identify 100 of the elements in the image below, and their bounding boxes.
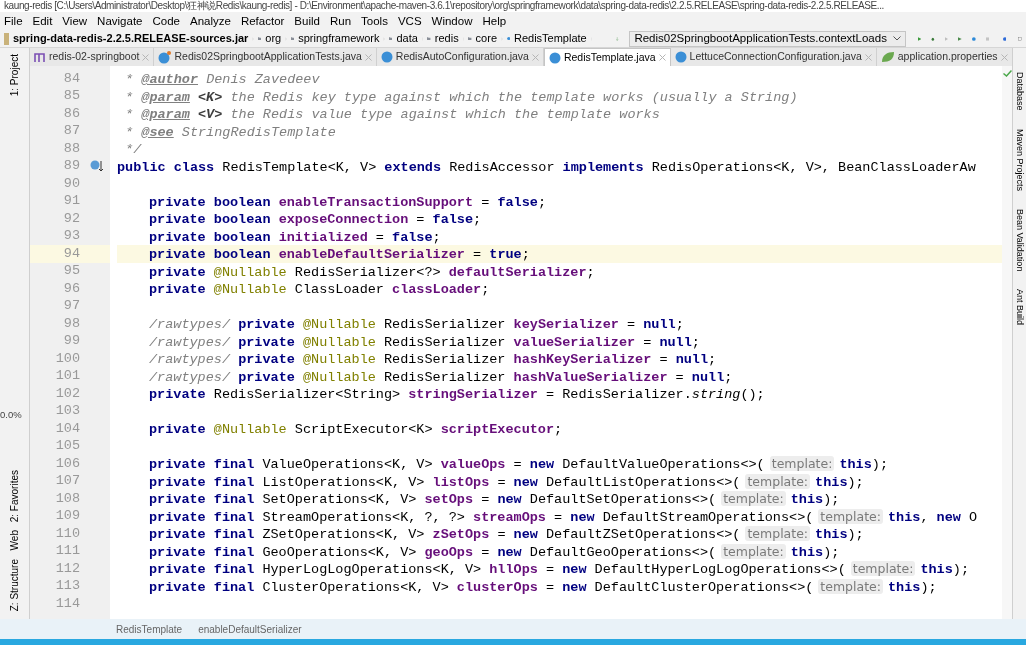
- line-number: 97: [62, 297, 80, 316]
- menu-item[interactable]: VCS: [397, 13, 422, 29]
- code-line: private final ValueOperations<K, V> valueOps = new DefaultValueOperations<>( template: this);: [148, 455, 888, 474]
- code-line: private final ClusterOperations<K, V> clusterOps = new DefaultClusterOperations<>( template: this);: [148, 577, 937, 596]
- code-line: * @author Denis Zavedeev: [124, 71, 320, 89]
- line-number: 114: [54, 594, 80, 613]
- code-line: private final HyperLogLogOperations<K, V> hllOps = new DefaultHyperLogLogOperations<>( template: this);: [148, 560, 969, 579]
- code-line: private @Nullable ScriptExecutor<K> scriptExecutor;: [148, 421, 563, 439]
- tool-window-tab[interactable]: Database: [1012, 72, 1026, 111]
- code-line: private RedisSerializer<String> stringSerializer = RedisSerializer.string();: [148, 386, 765, 404]
- tool-window-tab[interactable]: Z: Structure: [7, 558, 22, 611]
- menu-item[interactable]: Help: [482, 13, 507, 29]
- line-number: 95: [62, 262, 80, 281]
- class-icon: [548, 51, 561, 64]
- editor-tab[interactable]: redis-02-springboot: [30, 48, 155, 66]
- code-line: * @param <K> the Redis key type against which the template works (usually a String): [124, 88, 798, 106]
- class-icon: [674, 51, 687, 63]
- close-icon[interactable]: [864, 53, 872, 61]
- override-icon[interactable]: [90, 159, 104, 174]
- tool-window-tab[interactable]: Maven Projects: [1012, 128, 1026, 191]
- breadcrumb-item[interactable]: RedisTemplate: [116, 621, 183, 637]
- breadcrumb-item[interactable]: redis: [434, 30, 459, 47]
- line-number: 109: [54, 507, 80, 526]
- menu-item[interactable]: Navigate: [97, 13, 143, 29]
- code-line: * @see StringRedisTemplate: [124, 123, 336, 141]
- line-number: 112: [54, 559, 80, 578]
- module-icon: [34, 52, 46, 62]
- line-number: 84: [62, 69, 80, 88]
- code-line: * @param <V> the Redis value type against which the template works: [124, 106, 660, 124]
- menu-item[interactable]: Tools: [361, 13, 388, 29]
- breadcrumb-item[interactable]: data: [396, 30, 418, 47]
- line-number: 101: [54, 367, 80, 386]
- menu-item[interactable]: Refactor: [240, 13, 285, 29]
- line-number: 85: [62, 87, 80, 106]
- editor-tab[interactable]: LettuceConnectionConfiguration.java: [670, 48, 877, 66]
- code-line: public class RedisTemplate<K, V> extends RedisAccessor implements RedisOperations<K, V>, BeanClassLoaderAw: [117, 158, 976, 176]
- code-line: private boolean enableTransactionSupport = false;: [148, 193, 546, 211]
- code-line: private boolean initialized = false;: [148, 228, 441, 246]
- breadcrumb-item[interactable]: RedisTemplate: [513, 30, 587, 47]
- progress-reading: 0.0%: [0, 408, 22, 422]
- tool-window-tab[interactable]: 1: Project: [7, 54, 22, 97]
- line-number: 111: [54, 542, 80, 561]
- editor-tab[interactable]: RedisTemplate.java: [543, 48, 671, 66]
- line-number: 90: [62, 174, 80, 193]
- run-config-dropdown[interactable]: Redis02SpringbootApplicationTests.contextLoads: [629, 30, 906, 47]
- code-line: private final GeoOperations<K, V> geoOps = new DefaultGeoOperations<>( template: this);: [148, 542, 840, 561]
- line-number: 100: [54, 349, 80, 368]
- editor-tab[interactable]: Redis02SpringbootApplicationTests.java: [154, 48, 377, 66]
- code-line: private final SetOperations<K, V> setOps = new DefaultSetOperations<>( template: this);: [148, 490, 840, 509]
- close-icon[interactable]: [142, 53, 150, 61]
- line-number: 87: [62, 122, 80, 141]
- breadcrumb-item[interactable]: core: [475, 30, 497, 47]
- line-number: 106: [54, 454, 80, 473]
- tool-window-tab[interactable]: 2: Favorites: [7, 470, 22, 523]
- menu-item[interactable]: Analyze: [189, 13, 231, 29]
- tool-window-tab[interactable]: Ant Build: [1012, 288, 1026, 325]
- line-number: 98: [62, 314, 80, 333]
- code-line: private @Nullable RedisSerializer<?> defaultSerializer;: [148, 263, 595, 281]
- editor-tab[interactable]: application.properties: [876, 48, 1013, 66]
- code-line: /rawtypes/ private @Nullable RedisSerializer hashKeySerializer = null;: [148, 351, 717, 369]
- jar-icon: [4, 32, 9, 45]
- menu-item[interactable]: Edit: [32, 13, 53, 29]
- close-icon[interactable]: [658, 54, 666, 61]
- menu-item[interactable]: Code: [152, 13, 180, 29]
- close-icon[interactable]: [1000, 53, 1008, 61]
- line-number: 102: [54, 384, 80, 403]
- menu-item[interactable]: View: [62, 13, 88, 29]
- menu-item[interactable]: Run: [329, 13, 352, 29]
- caret-icon: [892, 36, 901, 41]
- class-icon: [380, 51, 393, 63]
- breadcrumb-item[interactable]: springframework: [298, 30, 380, 47]
- folder-icon: [257, 34, 262, 43]
- tool-window-tab[interactable]: Web: [7, 530, 22, 551]
- line-number: 103: [54, 402, 80, 421]
- line-number: 93: [62, 227, 80, 246]
- leaf-icon: [880, 51, 895, 63]
- breadcrumb-item[interactable]: spring-data-redis-2.2.5.RELEASE-sources.jar: [13, 30, 249, 47]
- close-icon[interactable]: [531, 53, 539, 61]
- line-number: 96: [62, 279, 80, 298]
- check-icon: [1002, 70, 1012, 77]
- line-number: 107: [54, 472, 80, 491]
- line-number: 108: [54, 489, 80, 508]
- menu-item[interactable]: File: [4, 13, 23, 29]
- menu-item[interactable]: Build: [294, 13, 320, 29]
- code-line: private @Nullable ClassLoader classLoader;: [148, 281, 490, 299]
- line-number: 86: [62, 104, 80, 123]
- test-class-icon: [158, 50, 172, 64]
- editor-tab[interactable]: RedisAutoConfiguration.java: [376, 48, 544, 66]
- code-line: */: [124, 141, 142, 159]
- breadcrumb-item[interactable]: org: [265, 30, 282, 47]
- menu-item[interactable]: Window: [431, 13, 473, 29]
- window-title: kaung-redis [C:\Users\Administrator\Desktop\狂神说Redis\kaung-redis] - D:\Environment\apache-maven-3.6.1\repository\org\springframework\data\spring-data-redis\2.2.5.RELEASE\spring-data-redis-2.2.5.RELEASE...: [4, 0, 884, 12]
- line-number: 110: [54, 524, 80, 543]
- code-line: private boolean exposeConnection = false;: [148, 211, 482, 229]
- breadcrumb-item[interactable]: enableDefaultSerializer: [198, 621, 302, 637]
- code-line: /rawtypes/ private @Nullable RedisSerializer keySerializer = null;: [148, 316, 684, 334]
- tool-window-tab[interactable]: Bean Validation: [1012, 208, 1026, 271]
- code-line: /rawtypes/ private @Nullable RedisSerializer hashValueSerializer = null;: [148, 368, 733, 386]
- line-number: 91: [62, 192, 80, 211]
- close-icon[interactable]: [364, 53, 372, 61]
